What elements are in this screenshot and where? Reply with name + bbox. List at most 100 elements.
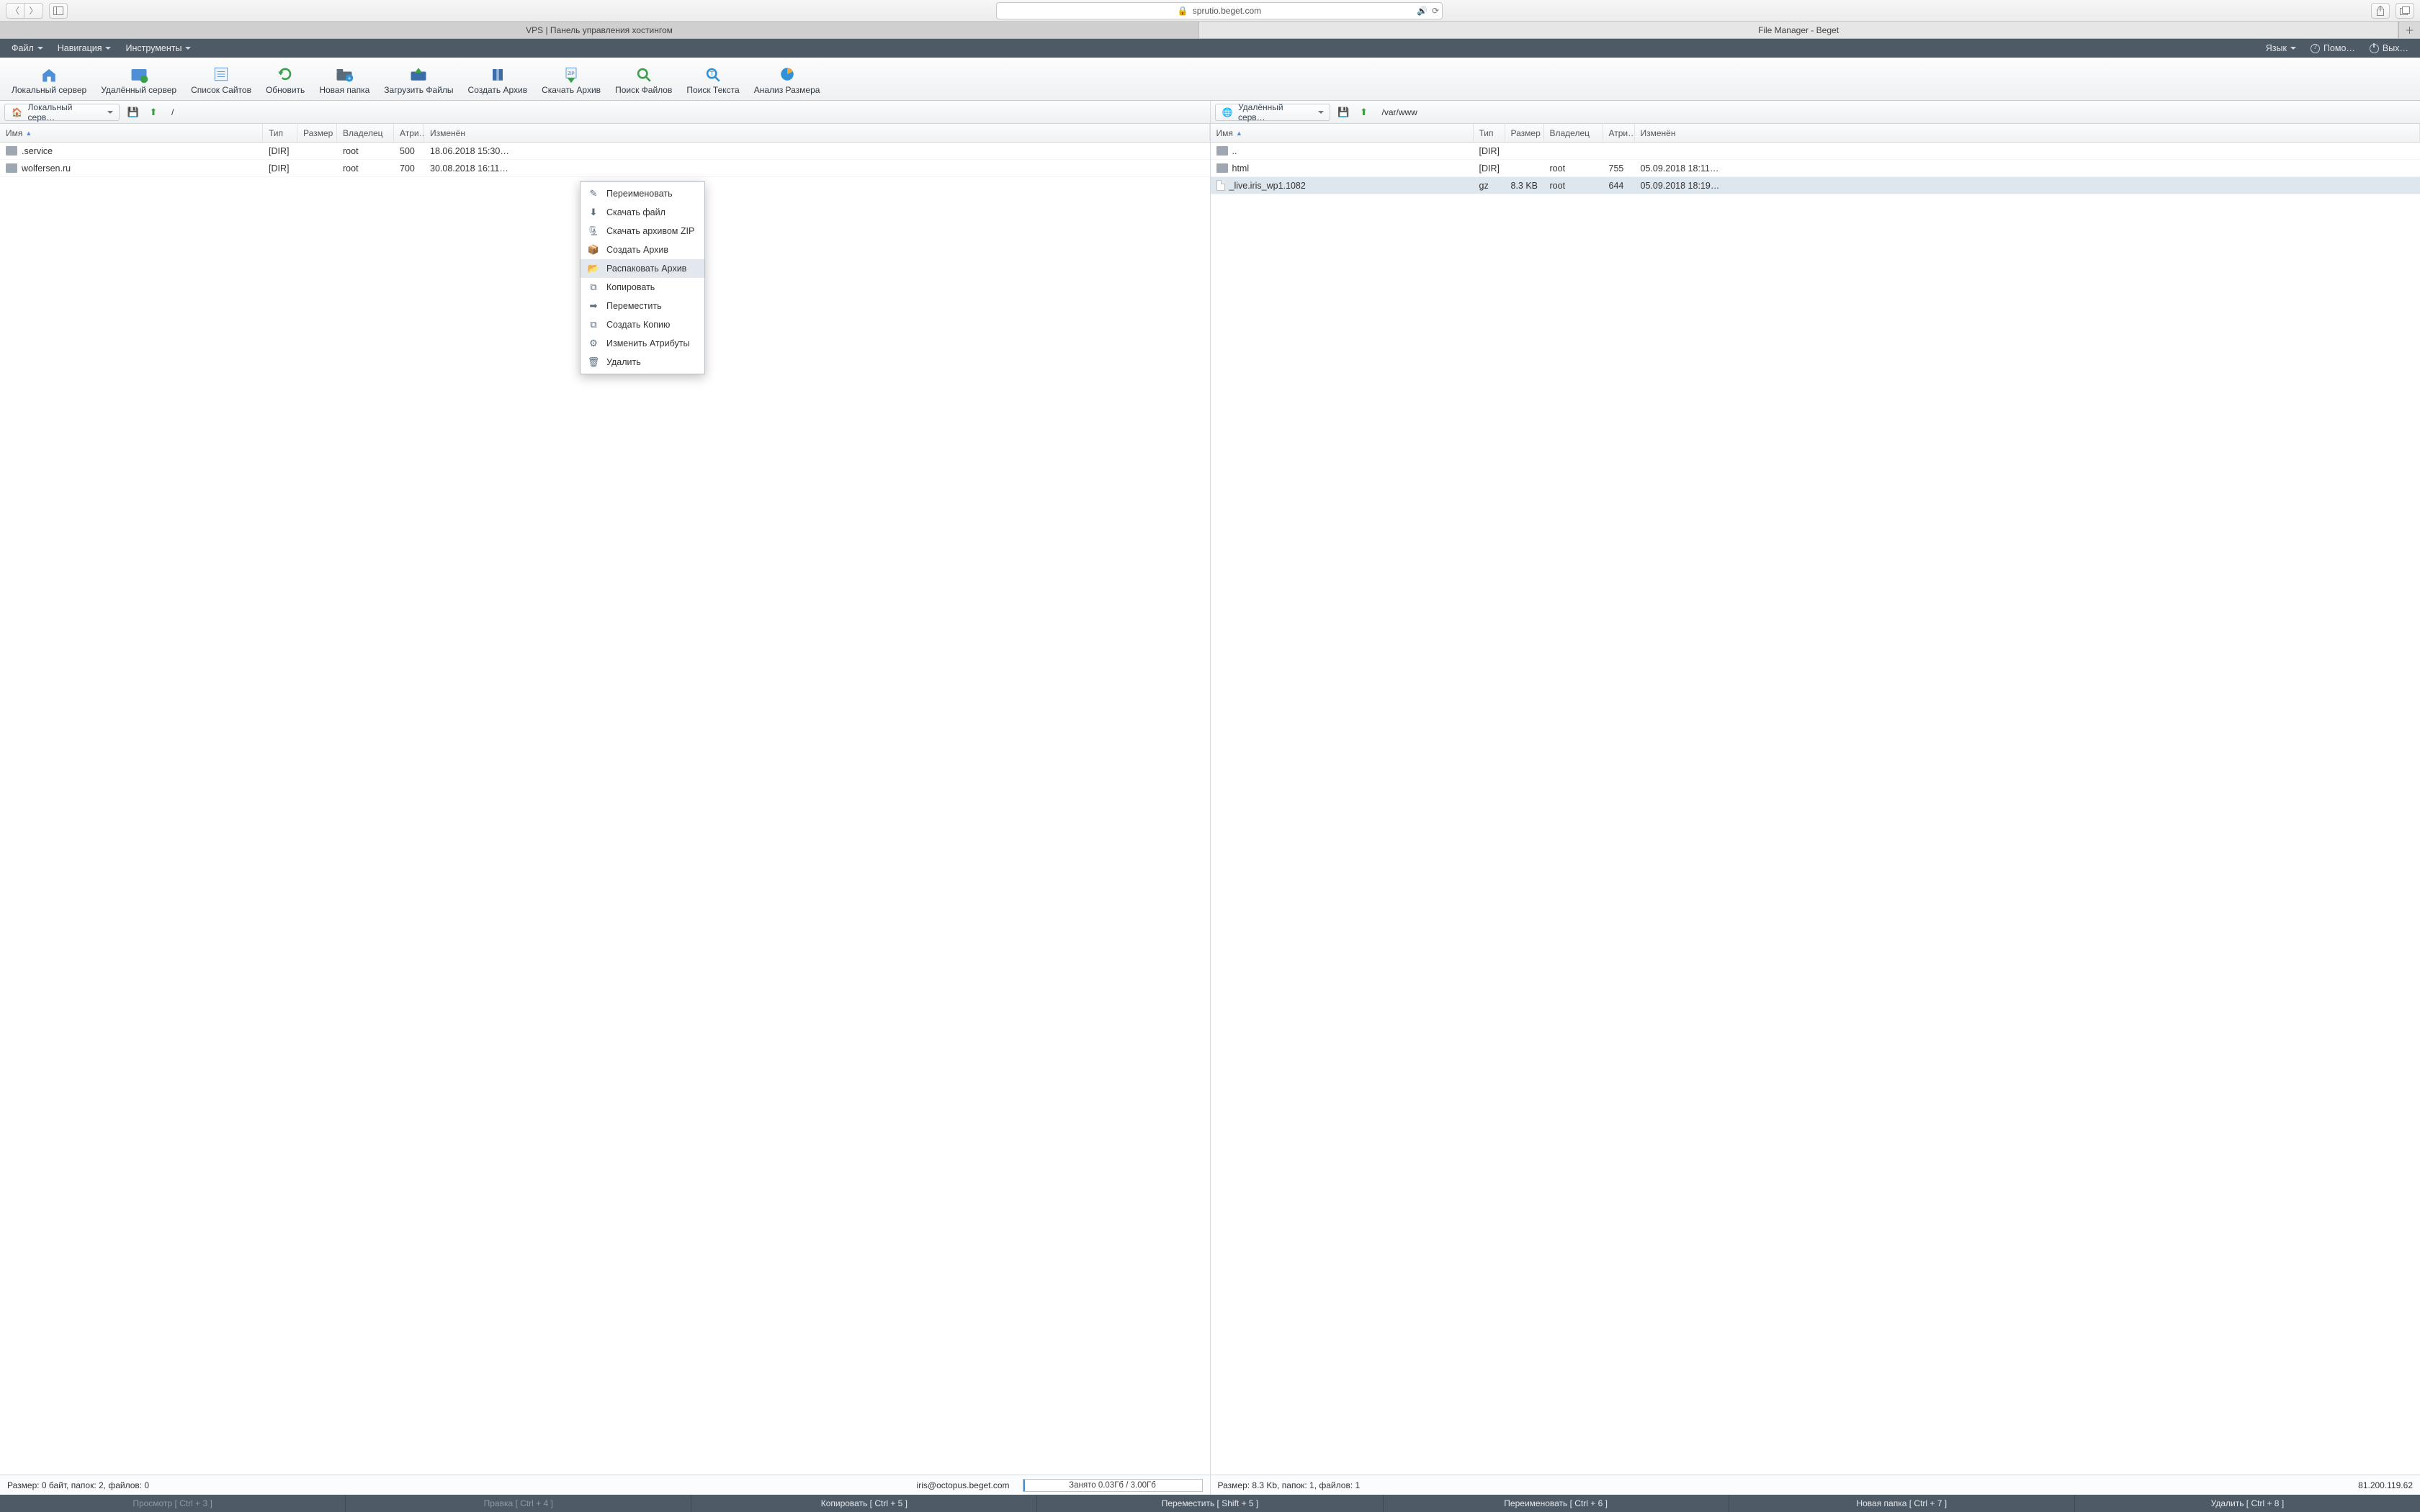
col-mtime[interactable]: Изменён [424,124,1210,142]
menu-навигация[interactable]: Навигация [50,43,119,53]
col-size[interactable]: Размер [297,124,337,142]
bottom-action[interactable]: Переместить [ Shift + 5 ] [1037,1495,1383,1512]
menu-инструменты[interactable]: Инструменты [118,43,198,53]
cell-type: [DIR] [1474,146,1505,156]
table-body[interactable]: ..[DIR]html[DIR]root75505.09.2018 18:11…… [1211,143,2420,1475]
upload-icon[interactable]: ⬆ [147,106,160,119]
menu-Помо…[interactable]: Помо… [2303,43,2362,53]
file-panels: 🏠 Локальный серв… 💾 ⬆ / Имя▲ТипРазмерВла… [0,101,2420,1495]
server-selector[interactable]: 🏠 Локальный серв… [4,104,120,121]
table-row[interactable]: html[DIR]root75505.09.2018 18:11… [1211,160,2420,177]
col-owner[interactable]: Владелец [1544,124,1603,142]
col-mtime[interactable]: Изменён [1635,124,2420,142]
cell-attr: 644 [1603,181,1635,191]
col-name[interactable]: Имя▲ [1211,124,1474,142]
ctx-download-file[interactable]: ⬇Скачать файл [581,203,704,222]
chevron-down-icon [1318,111,1324,114]
table-row[interactable]: .service[DIR]root50018.06.2018 15:30… [0,143,1210,160]
tool-make-archive[interactable]: Создать Архив [461,59,535,99]
back-button[interactable]: 〈 [6,3,24,19]
cell-type: gz [1474,181,1505,191]
sidebar-toggle-button[interactable] [49,3,68,19]
tool-remote-server[interactable]: Удалённый сервер [94,59,184,99]
tool-label: Загрузить Файлы [384,85,453,95]
upload-icon [408,65,429,84]
bottom-action[interactable]: Новая папка [ Ctrl + 7 ] [1729,1495,2075,1512]
folder-icon [1216,146,1228,156]
selection-summary: Размер: 8.3 Kb, папок: 1, файлов: 1 [1218,1480,1361,1490]
current-path[interactable]: / [167,107,1206,117]
cell-type: [DIR] [263,163,297,174]
tool-site-list[interactable]: Список Сайтов [184,59,259,99]
cell-type: [DIR] [263,146,297,156]
ctx-move[interactable]: ➡Переместить [581,297,704,315]
cell-name: wolfersen.ru [0,163,263,174]
col-type[interactable]: Тип [1474,124,1505,142]
url-host: sprutio.beget.com [1193,6,1261,16]
forward-button[interactable]: 〉 [24,3,43,19]
tool-size-analysis[interactable]: Анализ Размера [747,59,828,99]
ctx-delete[interactable]: 🗑Удалить [581,353,704,372]
tool-local-server[interactable]: Локальный сервер [4,59,94,99]
tool-label: Удалённый сервер [101,85,176,95]
upload-icon[interactable]: ⬆ [1358,106,1371,119]
tool-label: Новая папка [319,85,369,95]
tabs-overview-button[interactable] [2396,3,2414,19]
bottom-action[interactable]: Копировать [ Ctrl + 5 ] [691,1495,1037,1512]
menu-файл[interactable]: Файл [4,43,50,53]
menu-Вых…[interactable]: Вых… [2362,43,2416,53]
browser-toolbar: 〈 〉 🔒 sprutio.beget.com 🔊 ⟳ [0,0,2420,22]
lock-icon: 🔒 [1178,6,1188,16]
cell-name: html [1211,163,1474,174]
main-toolbar: Локальный сервер Удалённый сервер Список С… [0,58,2420,101]
new-tab-button[interactable]: ＋ [2398,22,2420,38]
tool-download-archive[interactable]: ZIPСкачать Архив [534,59,608,99]
sort-asc-icon: ▲ [25,130,32,137]
pane-path-bar: 🌐 Удалённый серв… 💾 ⬆ /var/www [1211,101,2420,124]
tool-find-files[interactable]: Поиск Файлов [608,59,679,99]
ctx-copy[interactable]: ⧉Копировать [581,278,704,297]
address-bar[interactable]: 🔒 sprutio.beget.com 🔊 ⟳ [996,2,1443,19]
ctx-duplicate[interactable]: ⧉Создать Копию [581,315,704,334]
share-button[interactable] [2371,3,2390,19]
tool-upload[interactable]: Загрузить Файлы [377,59,460,99]
ctx-rename[interactable]: ✎Переименовать [581,184,704,203]
col-attr[interactable]: Атри… [1603,124,1635,142]
table-row[interactable]: ..[DIR] [1211,143,2420,160]
disk-icon[interactable]: 💾 [127,106,140,119]
server-selector[interactable]: 🌐 Удалённый серв… [1215,104,1330,121]
browser-tab[interactable]: File Manager - Beget [1199,22,2398,38]
ctx-chmod[interactable]: ⚙Изменить Атрибуты [581,334,704,353]
ctx-download-zip[interactable]: 🗜Скачать архивом ZIP [581,222,704,240]
browser-tab[interactable]: VPS | Панель управления хостингом [0,22,1199,38]
table-row[interactable]: _live.iris_wp1.1082gz8.3 KBroot64405.09.… [1211,177,2420,194]
cell-name: .. [1211,146,1474,156]
menu-Язык[interactable]: Язык [2259,43,2303,53]
create-archive-icon: 📦 [588,244,599,256]
cell-owner: root [337,163,394,174]
col-name[interactable]: Имя▲ [0,124,263,142]
bottom-action[interactable]: Переименовать [ Ctrl + 6 ] [1384,1495,1729,1512]
tool-label: Скачать Архив [542,85,601,95]
bottom-command-bar: Просмотр [ Ctrl + 3 ]Правка [ Ctrl + 4 ]… [0,1495,2420,1512]
home-icon: 🏠 [11,106,24,119]
disk-icon[interactable]: 💾 [1337,106,1350,119]
tool-refresh[interactable]: Обновить [259,59,312,99]
tool-new-folder[interactable]: +Новая папка [312,59,377,99]
ctx-create-archive[interactable]: 📦Создать Архив [581,240,704,259]
col-type[interactable]: Тип [263,124,297,142]
move-icon: ➡ [588,300,599,312]
current-path[interactable]: /var/www [1378,107,2416,117]
col-attr[interactable]: Атри… [394,124,424,142]
col-owner[interactable]: Владелец [337,124,394,142]
cell-name: _live.iris_wp1.1082 [1211,180,1474,191]
audio-indicator-icon[interactable]: 🔊 [1417,6,1428,16]
cell-attr: 500 [394,146,424,156]
help-icon [2311,44,2320,53]
tool-find-text[interactable]: TПоиск Текста [679,59,746,99]
table-row[interactable]: wolfersen.ru[DIR]root70030.08.2018 16:11… [0,160,1210,177]
bottom-action[interactable]: Удалить [ Ctrl + 8 ] [2075,1495,2420,1512]
col-size[interactable]: Размер [1505,124,1544,142]
ctx-extract[interactable]: 📂Распаковать Архив [581,259,704,278]
reload-icon[interactable]: ⟳ [1432,6,1439,16]
